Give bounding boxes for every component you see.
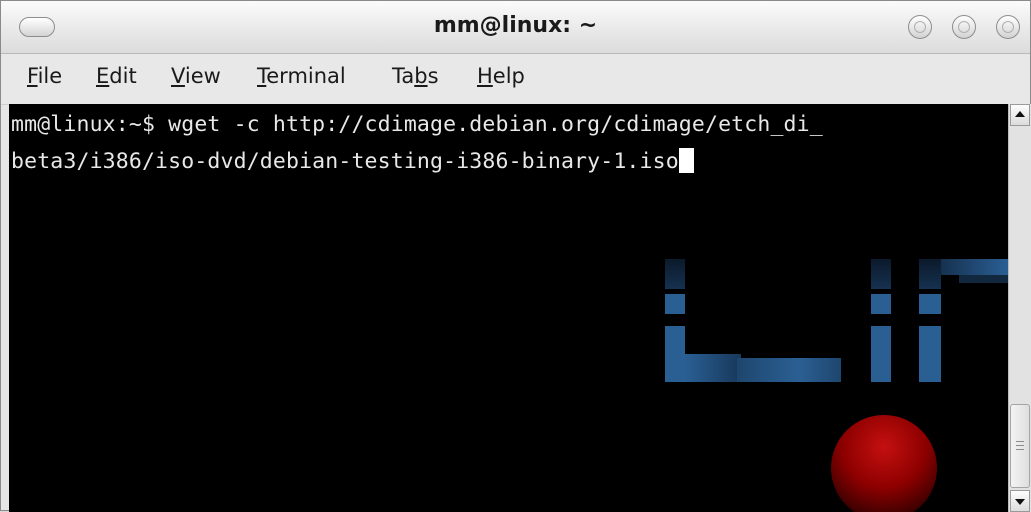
terminal-line: mm@linux:~$ wget -c http://cdimage.debia… (11, 112, 823, 137)
red-sphere-logo (831, 415, 937, 512)
terminal-window: mm@linux: ~ File Edit View Terminal Tabs… (0, 0, 1031, 512)
maximize-icon[interactable] (952, 15, 976, 39)
text-cursor (678, 148, 694, 173)
menu-help[interactable]: Help (477, 64, 525, 88)
minimize-icon[interactable] (908, 15, 932, 39)
title-bar[interactable]: mm@linux: ~ (1, 1, 1030, 54)
menu-tabs[interactable]: Tabs (392, 64, 439, 88)
menu-terminal[interactable]: Terminal (257, 64, 346, 88)
scroll-down-icon[interactable] (1010, 490, 1030, 512)
window-title: mm@linux: ~ (433, 13, 598, 38)
menu-view[interactable]: View (171, 64, 221, 88)
terminal-line: beta3/i386/iso-dvd/debian-testing-i386-b… (11, 148, 694, 174)
menu-edit[interactable]: Edit (96, 64, 137, 88)
scroll-up-icon[interactable] (1010, 104, 1030, 126)
close-icon[interactable] (996, 15, 1020, 39)
scrollbar-thumb[interactable] (1010, 404, 1030, 488)
vertical-scrollbar[interactable] (1008, 104, 1031, 512)
menu-bar: File Edit View Terminal Tabs Help (1, 54, 1030, 105)
menu-file[interactable]: File (27, 64, 62, 88)
terminal-screen[interactable]: mm@linux:~$ wget -c http://cdimage.debia… (9, 104, 1008, 512)
